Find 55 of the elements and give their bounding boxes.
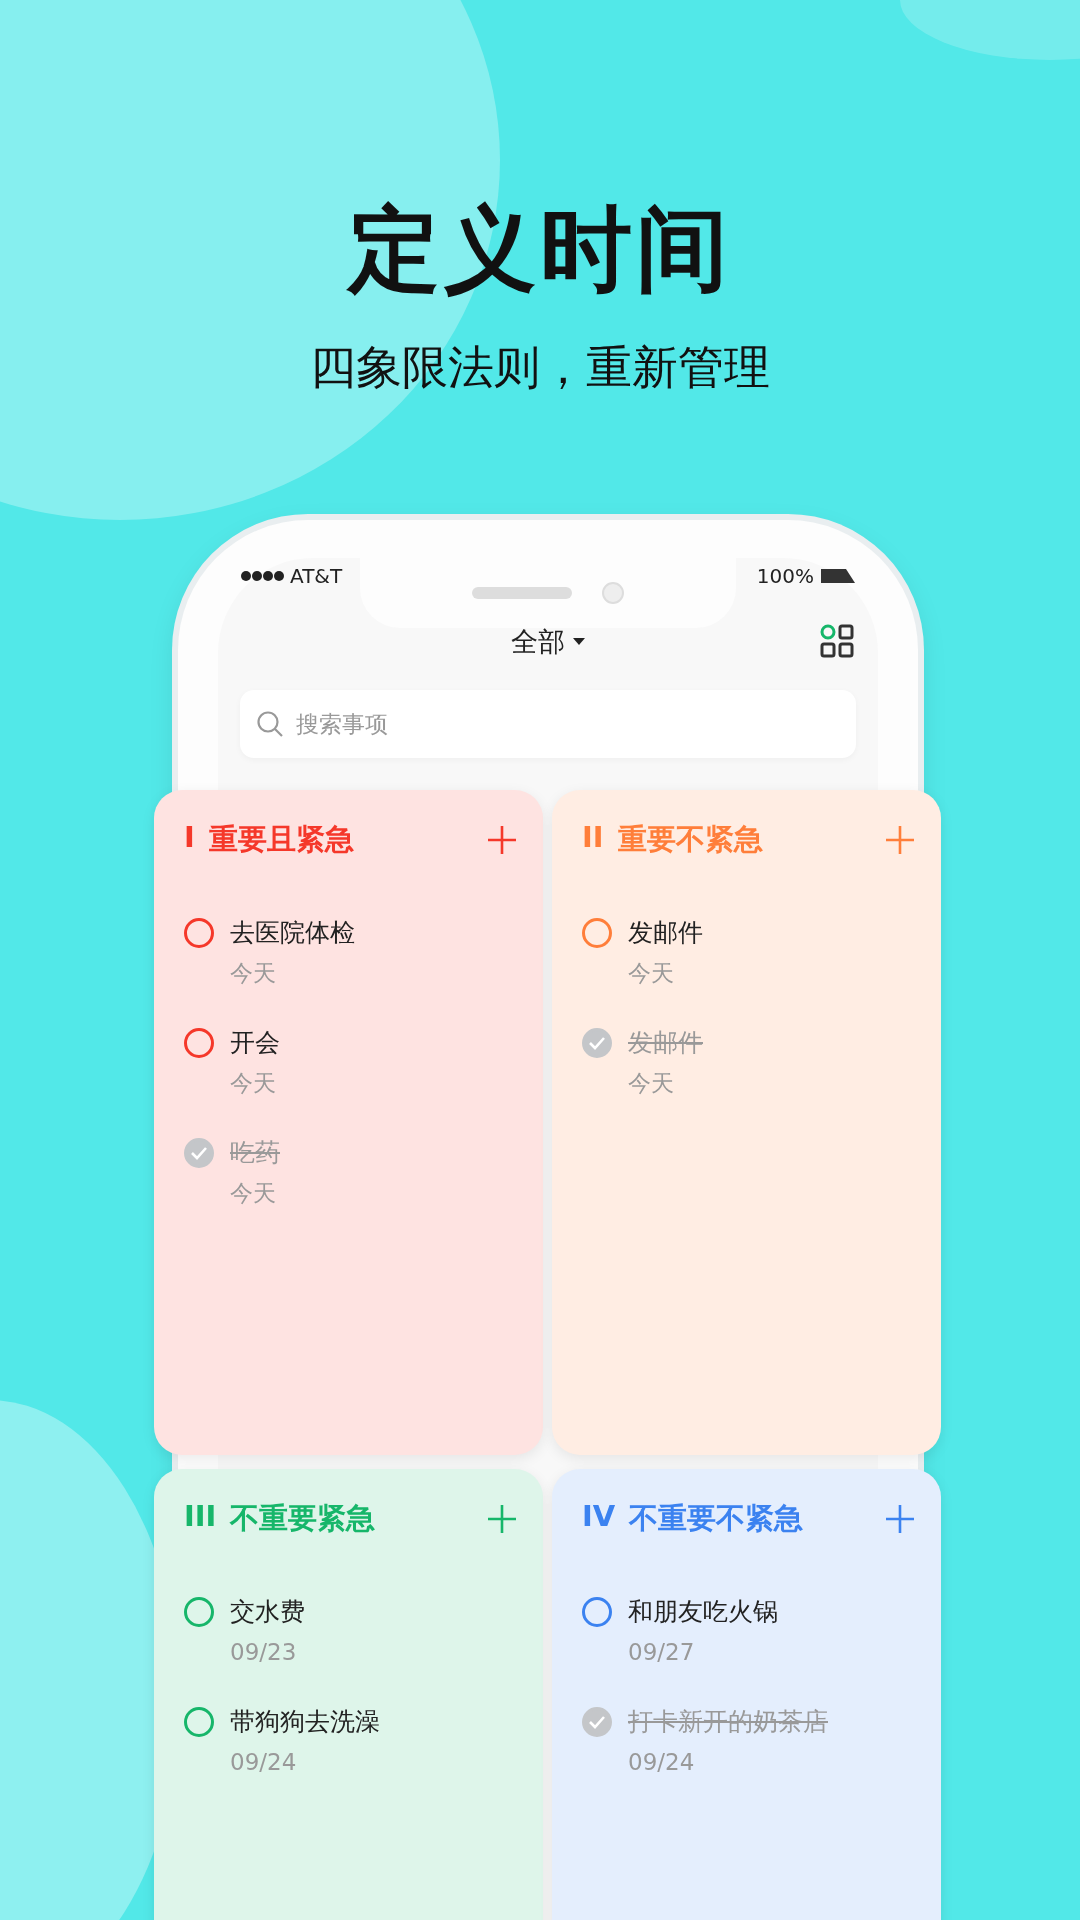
search-field[interactable]: 搜索事项 — [240, 690, 856, 758]
task-date: 今天 — [230, 1069, 277, 1098]
check-icon — [190, 1146, 208, 1160]
quadrant-title: 重要且紧急 — [208, 821, 354, 858]
task-title: 和朋友吃火锅 — [628, 1596, 778, 1628]
checked-checkbox[interactable] — [184, 1138, 214, 1168]
quadrant-title: 不重要紧急 — [230, 1500, 376, 1537]
caret-icon — [573, 638, 585, 646]
camera-icon — [602, 582, 624, 604]
task-title: 发邮件 — [628, 1027, 703, 1059]
quadrant-title: 重要不紧急 — [617, 821, 763, 858]
add-icon[interactable] — [885, 825, 915, 855]
task-date: 09/23 — [230, 1638, 298, 1667]
task-title: 打卡新开的奶茶店 — [628, 1706, 828, 1738]
speaker-icon — [472, 587, 572, 599]
task-title: 吃药 — [230, 1137, 280, 1169]
checked-checkbox[interactable] — [582, 1028, 612, 1058]
task-title: 去医院体检 — [230, 917, 355, 949]
checked-checkbox[interactable] — [582, 1707, 612, 1737]
checkbox[interactable] — [184, 918, 214, 948]
filter-dropdown[interactable]: 全部 — [511, 624, 585, 660]
quadrant-numeral: II — [582, 820, 604, 856]
search-icon — [256, 710, 284, 738]
task-date: 09/27 — [628, 1638, 696, 1667]
task-date: 今天 — [628, 1069, 675, 1098]
task-title: 开会 — [230, 1027, 280, 1059]
quadrant-title: 不重要不紧急 — [629, 1500, 804, 1537]
quadrant-numeral: III — [184, 1499, 217, 1535]
add-icon[interactable] — [885, 1504, 915, 1534]
task-date: 今天 — [230, 1179, 277, 1208]
task-date: 09/24 — [628, 1748, 696, 1777]
checkbox[interactable] — [582, 918, 612, 948]
signal-icon — [240, 570, 284, 582]
grid-view-icon[interactable] — [820, 624, 854, 658]
add-icon[interactable] — [487, 1504, 517, 1534]
task-title: 带狗狗去洗澡 — [230, 1706, 380, 1738]
quadrant-numeral: IV — [582, 1499, 616, 1535]
subtitle: 四象限法则，重新管理 — [310, 342, 770, 392]
add-icon[interactable] — [487, 825, 517, 855]
quadrant-numeral: I — [184, 820, 195, 856]
carrier-label: AT&T — [290, 564, 343, 588]
task-title: 发邮件 — [628, 917, 703, 949]
task-title: 交水费 — [230, 1596, 305, 1628]
battery-icon — [820, 568, 856, 584]
checkbox[interactable] — [184, 1707, 214, 1737]
battery-percent: 100% — [756, 564, 814, 588]
task-date: 今天 — [230, 959, 277, 988]
checkbox[interactable] — [184, 1028, 214, 1058]
check-icon — [588, 1036, 606, 1050]
checkbox[interactable] — [582, 1597, 612, 1627]
task-date: 今天 — [628, 959, 675, 988]
headline: 定义时间 — [348, 200, 732, 300]
check-icon — [588, 1715, 606, 1729]
task-date: 09/24 — [230, 1748, 298, 1777]
checkbox[interactable] — [184, 1597, 214, 1627]
